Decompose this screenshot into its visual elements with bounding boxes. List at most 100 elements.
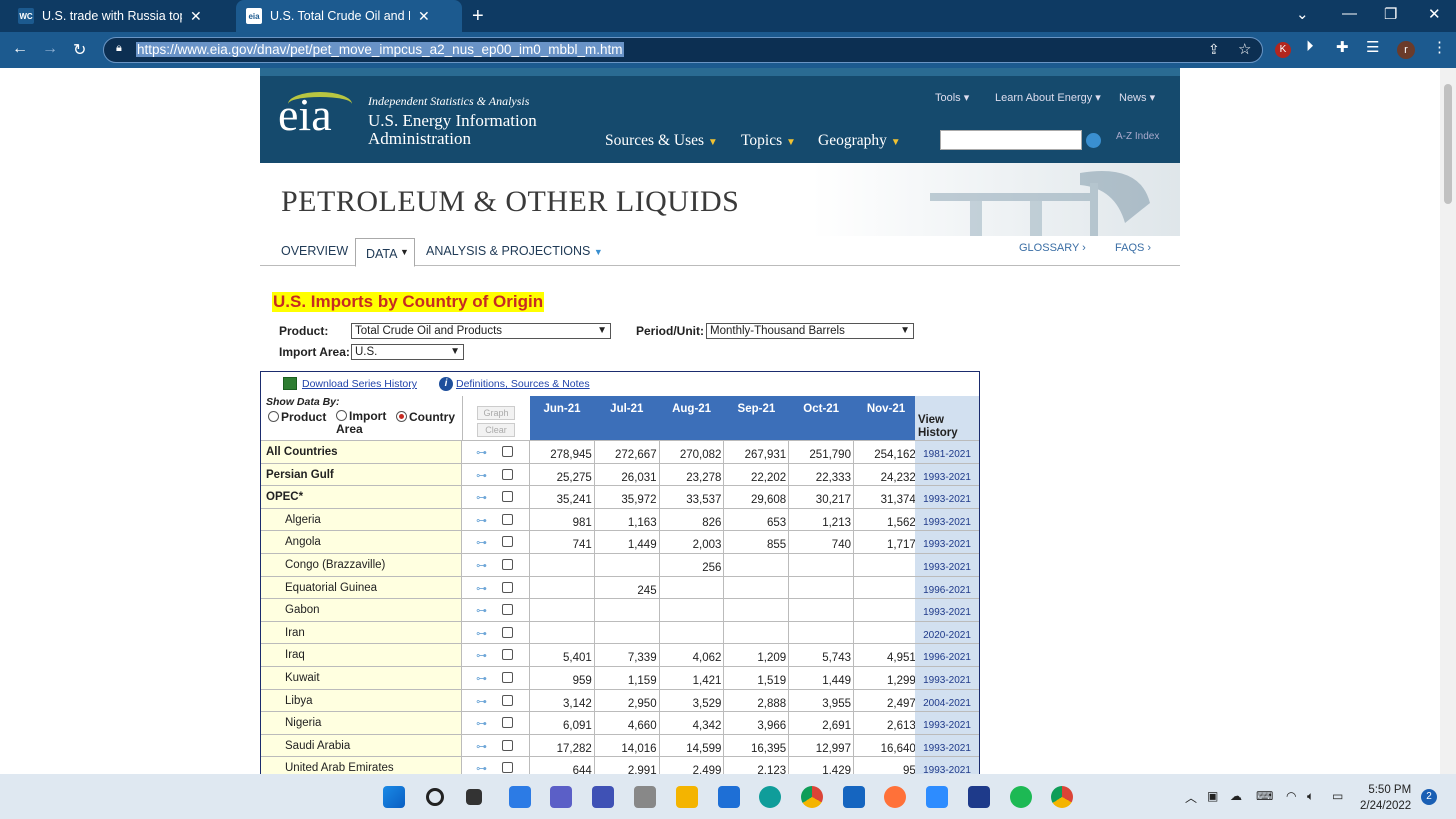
faqs-link[interactable]: FAQS › bbox=[1115, 242, 1151, 254]
view-history-link[interactable]: 1993-2021 bbox=[915, 554, 979, 576]
nav-sources-uses[interactable]: Sources & Uses ▼ bbox=[605, 132, 718, 150]
subnav-overview[interactable]: OVERVIEW bbox=[281, 244, 348, 258]
row-name[interactable]: Iran bbox=[261, 621, 462, 644]
info-icon[interactable]: i bbox=[439, 377, 453, 391]
series-key-icon[interactable]: ⊶ bbox=[476, 559, 487, 572]
row-name[interactable]: Nigeria bbox=[261, 712, 462, 735]
lock-icon[interactable]: 🔒︎ bbox=[116, 42, 122, 55]
series-key-icon[interactable]: ⊶ bbox=[476, 491, 487, 504]
calculator-icon[interactable] bbox=[634, 786, 656, 808]
row-name[interactable]: Libya bbox=[261, 689, 462, 712]
profile-avatar[interactable]: r bbox=[1397, 41, 1415, 59]
row-name[interactable]: Saudi Arabia bbox=[261, 734, 462, 757]
view-history-link[interactable]: 1993-2021 bbox=[915, 757, 979, 774]
series-key-icon[interactable]: ⊶ bbox=[476, 695, 487, 708]
extensions-puzzle-icon[interactable]: ✚ bbox=[1336, 38, 1349, 56]
graph-checkbox[interactable] bbox=[502, 491, 513, 503]
row-name[interactable]: Equatorial Guinea bbox=[261, 576, 462, 599]
subnav-analysis[interactable]: ANALYSIS & PROJECTIONS ▼ bbox=[426, 244, 603, 258]
microsoft-store-icon[interactable] bbox=[718, 786, 740, 808]
row-name[interactable]: Algeria bbox=[261, 508, 462, 531]
graph-checkbox[interactable] bbox=[502, 468, 513, 480]
series-key-icon[interactable]: ⊶ bbox=[476, 762, 487, 774]
teams-chat-icon[interactable] bbox=[550, 786, 572, 808]
view-history-link[interactable]: 1993-2021 bbox=[915, 734, 979, 757]
product-select[interactable]: Total Crude Oil and Products ▼ bbox=[351, 323, 611, 339]
search-icon[interactable] bbox=[426, 788, 444, 806]
series-key-icon[interactable]: ⊶ bbox=[476, 536, 487, 549]
view-history-link[interactable]: 1993-2021 bbox=[915, 486, 979, 509]
view-history-link[interactable]: 1993-2021 bbox=[915, 508, 979, 531]
graph-checkbox[interactable] bbox=[502, 604, 513, 616]
series-key-icon[interactable]: ⊶ bbox=[476, 740, 487, 753]
series-key-icon[interactable]: ⊶ bbox=[476, 649, 487, 662]
file-explorer-icon[interactable] bbox=[676, 786, 698, 808]
view-history-link[interactable]: 1996-2021 bbox=[915, 576, 979, 599]
news-menu[interactable]: News ▾ bbox=[1119, 91, 1155, 104]
tools-menu[interactable]: Tools ▾ bbox=[935, 91, 969, 104]
radio-product[interactable]: Product bbox=[268, 410, 326, 424]
view-history-link[interactable]: 1993-2021 bbox=[915, 463, 979, 486]
graph-checkbox[interactable] bbox=[502, 446, 513, 457]
row-name[interactable]: OPEC* bbox=[261, 486, 462, 509]
firefox-icon[interactable] bbox=[884, 786, 906, 808]
spotify-icon[interactable] bbox=[1010, 786, 1032, 808]
extension-k-icon[interactable]: K bbox=[1275, 42, 1291, 58]
graph-checkbox[interactable] bbox=[502, 717, 513, 729]
graph-checkbox[interactable] bbox=[502, 581, 513, 593]
agency-name[interactable]: U.S. Energy Information Administration bbox=[368, 112, 568, 148]
view-history-link[interactable]: 2020-2021 bbox=[915, 621, 979, 644]
graph-button[interactable]: Graph bbox=[477, 406, 515, 420]
restore-icon[interactable]: ❐ bbox=[1384, 5, 1397, 23]
reading-list-icon[interactable]: ☰ bbox=[1366, 38, 1379, 56]
chrome-profile-icon[interactable] bbox=[1051, 786, 1073, 808]
notepad-icon[interactable] bbox=[592, 786, 614, 808]
task-view-icon[interactable] bbox=[466, 789, 482, 805]
graph-checkbox[interactable] bbox=[502, 536, 513, 548]
graph-checkbox[interactable] bbox=[502, 694, 513, 706]
edge-icon[interactable] bbox=[759, 786, 781, 808]
view-history-link[interactable]: 1993-2021 bbox=[915, 531, 979, 554]
widgets-icon[interactable] bbox=[509, 786, 531, 808]
tray-app-icon[interactable]: ▣ bbox=[1207, 789, 1218, 803]
series-key-icon[interactable]: ⊶ bbox=[476, 717, 487, 730]
series-key-icon[interactable]: ⊶ bbox=[476, 446, 487, 459]
graph-checkbox[interactable] bbox=[502, 626, 513, 638]
taskbar-clock[interactable]: 5:50 PM 2/24/2022 bbox=[1360, 782, 1411, 814]
back-icon[interactable]: ← bbox=[12, 40, 28, 58]
url-text[interactable]: https://www.eia.gov/dnav/pet/pet_move_im… bbox=[136, 42, 624, 57]
series-key-icon[interactable]: ⊶ bbox=[476, 514, 487, 527]
volume-icon[interactable]: 🔈︎ bbox=[1307, 789, 1314, 804]
row-name[interactable]: All Countries bbox=[261, 441, 462, 463]
row-name[interactable]: Iraq bbox=[261, 644, 462, 667]
graph-checkbox[interactable] bbox=[502, 672, 513, 683]
learn-menu[interactable]: Learn About Energy ▾ bbox=[995, 91, 1101, 104]
browser-menu-icon[interactable]: ⋮ bbox=[1432, 38, 1447, 56]
row-name[interactable]: Congo (Brazzaville) bbox=[261, 554, 462, 576]
series-key-icon[interactable]: ⊶ bbox=[476, 469, 487, 482]
view-history-link[interactable]: 1996-2021 bbox=[915, 644, 979, 667]
notification-badge[interactable]: 2 bbox=[1421, 789, 1437, 805]
excel-icon[interactable] bbox=[283, 377, 297, 390]
graph-checkbox[interactable] bbox=[502, 649, 513, 661]
close-window-icon[interactable]: ✕ bbox=[1428, 5, 1441, 23]
series-key-icon[interactable]: ⊶ bbox=[476, 627, 487, 640]
series-key-icon[interactable]: ⊶ bbox=[476, 604, 487, 617]
graph-checkbox[interactable] bbox=[502, 559, 513, 570]
close-tab-icon[interactable]: ✕ bbox=[190, 8, 202, 25]
forward-icon[interactable]: → bbox=[42, 40, 58, 58]
app-icon[interactable] bbox=[968, 786, 990, 808]
eia-logo[interactable]: eia bbox=[278, 88, 332, 141]
windows-start-icon[interactable] bbox=[383, 786, 405, 808]
period-select[interactable]: Monthly-Thousand Barrels ▼ bbox=[706, 323, 914, 339]
import-area-select[interactable]: U.S. ▼ bbox=[351, 344, 464, 360]
reload-icon[interactable]: ↻ bbox=[73, 40, 86, 60]
view-history-link[interactable]: 1981-2021 bbox=[915, 441, 979, 463]
download-series-link[interactable]: Download Series History bbox=[302, 378, 417, 390]
nav-geography[interactable]: Geography ▼ bbox=[818, 132, 901, 150]
view-history-link[interactable]: 1993-2021 bbox=[915, 667, 979, 689]
scrollbar-thumb[interactable] bbox=[1444, 84, 1452, 204]
series-key-icon[interactable]: ⊶ bbox=[476, 582, 487, 595]
definitions-link[interactable]: Definitions, Sources & Notes bbox=[456, 378, 590, 390]
onedrive-icon[interactable]: ☁ bbox=[1230, 789, 1242, 803]
